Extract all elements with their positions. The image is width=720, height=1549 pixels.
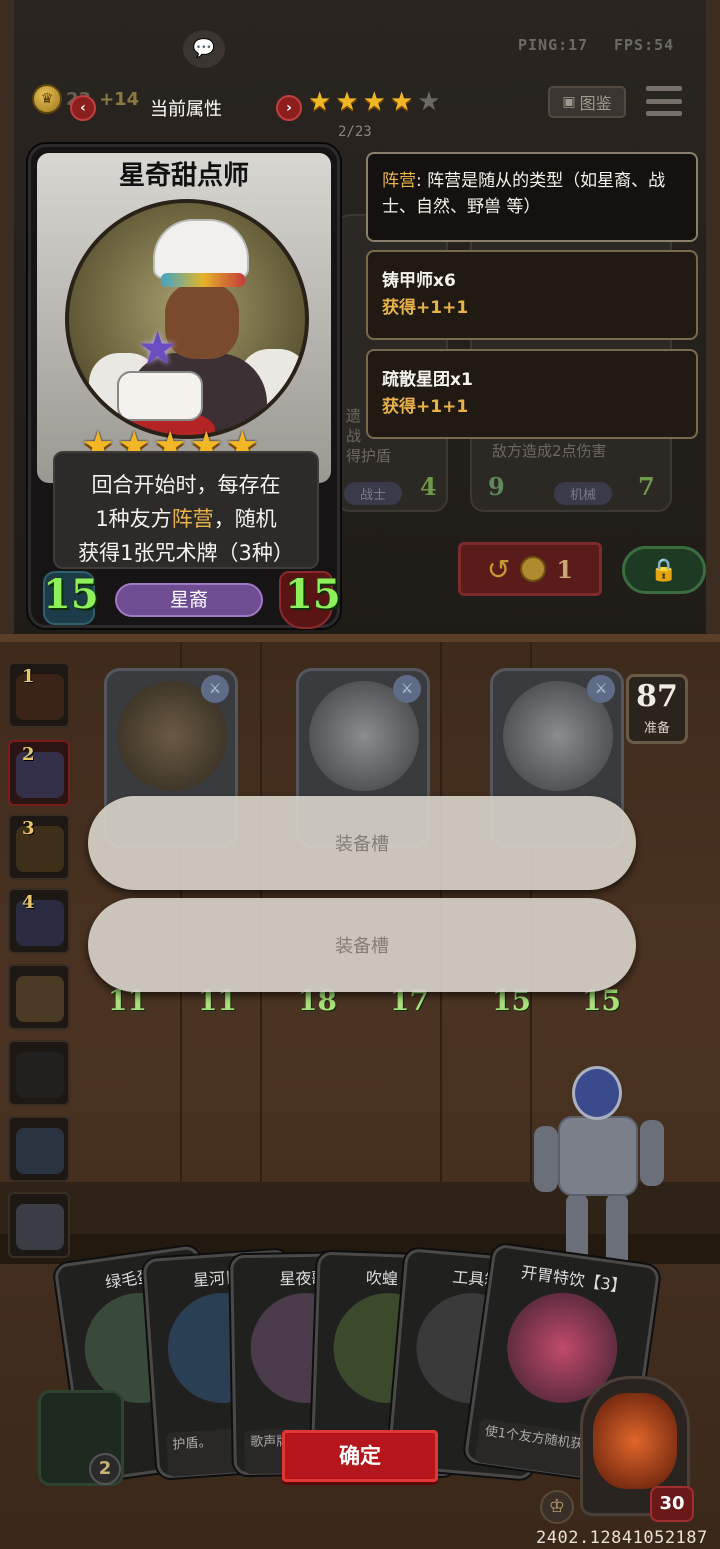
lineup-slot[interactable] — [8, 1116, 70, 1182]
bonus-tooltip: 铸甲师x6 获得+1+1 — [366, 250, 698, 340]
bonus-value: 获得+1+1 — [382, 298, 469, 318]
card-health: 15 — [285, 571, 341, 618]
robot-part — [534, 1126, 558, 1192]
slot-number: 1 — [22, 666, 35, 687]
prep-timer: 87 准备 — [626, 674, 688, 744]
timer-label: 准备 — [643, 721, 670, 736]
hero-health: 30 — [650, 1486, 694, 1522]
chevron-left-icon[interactable]: ‹ — [70, 95, 96, 121]
star-icon: ★ — [308, 87, 332, 117]
chevron-right-icon[interactable]: › — [276, 95, 302, 121]
robot-part — [640, 1120, 664, 1186]
fps-readout: FPS:54 — [614, 36, 675, 54]
gold-coin-icon: ♛ — [32, 84, 62, 114]
shop-card-hp: 7 — [638, 472, 655, 501]
codex-label: 图鉴 — [579, 94, 612, 113]
coin-icon — [520, 556, 547, 582]
lineup-slot[interactable]: 4 — [8, 888, 70, 954]
tavern-tier-stars: ★ ★ ★ ★ ★ — [308, 88, 441, 116]
bonus-tooltip: 疏散星团x1 获得+1+1 — [366, 349, 698, 439]
slot-portrait — [16, 976, 64, 1022]
spell-slot[interactable]: 2 — [38, 1390, 124, 1486]
spell-count: 2 — [89, 1453, 121, 1485]
timer-value: 87 — [636, 679, 678, 714]
player-hero-figure — [528, 1066, 668, 1274]
card-tribe: 星裔 — [115, 583, 263, 617]
lineup-slot[interactable] — [8, 964, 70, 1030]
sword-icon: ⚔ — [201, 675, 229, 703]
sword-icon: ⚔ — [587, 675, 615, 703]
slot-portrait — [16, 1128, 64, 1174]
star-icon: ★ — [417, 87, 441, 117]
lock-icon: 🔒 — [650, 557, 678, 583]
shop-area: 💬 PING:17 FPS:54 ♛ 23 +14 ‹ 当前属性 › ★ ★ ★… — [0, 0, 720, 640]
robot-part — [572, 1066, 622, 1120]
confirm-button[interactable]: 确定 — [282, 1430, 438, 1482]
divider — [0, 634, 720, 642]
equip-slot[interactable]: 装备槽 — [88, 796, 636, 890]
refresh-cost: 1 — [556, 554, 574, 584]
frame-right — [706, 0, 720, 640]
cake-icon — [117, 371, 203, 421]
frame-left — [0, 0, 14, 640]
slot-number: 4 — [22, 892, 35, 913]
bonus-source: 铸甲师x6 — [382, 271, 456, 291]
page-indicator: 2/23 — [338, 124, 372, 140]
lineup-slot[interactable]: 2 — [8, 740, 70, 806]
menu-icon[interactable] — [646, 86, 682, 116]
ping-readout: PING:17 — [518, 36, 589, 54]
star-icon: ★ — [389, 87, 414, 117]
star-icon: ★ — [137, 321, 179, 375]
chat-icon[interactable]: 💬 — [183, 30, 225, 68]
lineup-slot[interactable] — [8, 1040, 70, 1106]
robot-part — [558, 1116, 638, 1196]
bonus-source: 疏散星团x1 — [382, 370, 473, 390]
attribute-title: 当前属性 — [150, 99, 222, 120]
selected-card[interactable]: 星奇甜点师 ★ ★ ★ ★ ★ ★ 回合开始时，每存在 1种友方阵营，随机 获得… — [28, 144, 341, 629]
attribute-header: ‹ 当前属性 › — [70, 92, 302, 124]
card-name: 星奇甜点师 — [118, 161, 249, 191]
sword-icon: ⚔ — [393, 675, 421, 703]
keyword-tooltip: 阵营: 阵营是随从的类型（如星裔、战士、自然、野兽 等） — [366, 152, 698, 242]
star-icon: ★ — [335, 87, 359, 117]
lock-button[interactable]: 🔒 — [622, 546, 706, 594]
lineup-slot[interactable] — [8, 1192, 70, 1258]
keyword-text: 阵营: 阵营是随从的类型（如星裔、战士、自然、野兽 等） — [382, 171, 666, 217]
refresh-button[interactable]: ↺ 1 — [458, 542, 602, 596]
card-description: 回合开始时，每存在 1种友方阵营，随机 获得1张咒术牌（3种） — [53, 451, 319, 569]
shop-card-hp: 4 — [420, 472, 437, 501]
shop-card-tribe: 机械 — [554, 482, 613, 505]
slot-number: 2 — [22, 744, 35, 765]
slot-portrait — [16, 1052, 64, 1098]
shop-card-desc: 敌方造成2点伤害 — [492, 442, 607, 460]
hero-face — [593, 1393, 677, 1489]
lineup-slot[interactable]: 1 — [8, 662, 70, 728]
crown-icon[interactable]: ♔ — [540, 1490, 574, 1524]
card-attack: 15 — [43, 571, 99, 618]
build-id: 2402.12841052187 — [536, 1528, 708, 1548]
card-portrait: ★ — [65, 199, 309, 439]
book-icon: ▣ — [562, 94, 576, 110]
lineup-slot[interactable]: 3 — [8, 814, 70, 880]
bonus-value: 获得+1+1 — [382, 397, 469, 417]
portrait-part — [161, 273, 245, 287]
slot-portrait — [16, 1204, 64, 1250]
slot-number: 3 — [22, 818, 35, 839]
chef-hat-icon — [153, 219, 249, 279]
codex-button[interactable]: ▣ 图鉴 — [548, 86, 626, 118]
desc-line: 获得1张咒术牌（3种） — [78, 541, 294, 565]
desc-line: 1种友方阵营，随机 — [95, 507, 277, 531]
equip-slot[interactable]: 装备槽 — [88, 898, 636, 992]
refresh-icon: ↺ — [486, 552, 511, 586]
shop-card-tribe: 战士 — [344, 482, 403, 505]
shop-card-atk: 9 — [488, 472, 505, 501]
star-icon: ★ — [362, 87, 386, 117]
desc-line: 回合开始时，每存在 — [91, 473, 281, 497]
